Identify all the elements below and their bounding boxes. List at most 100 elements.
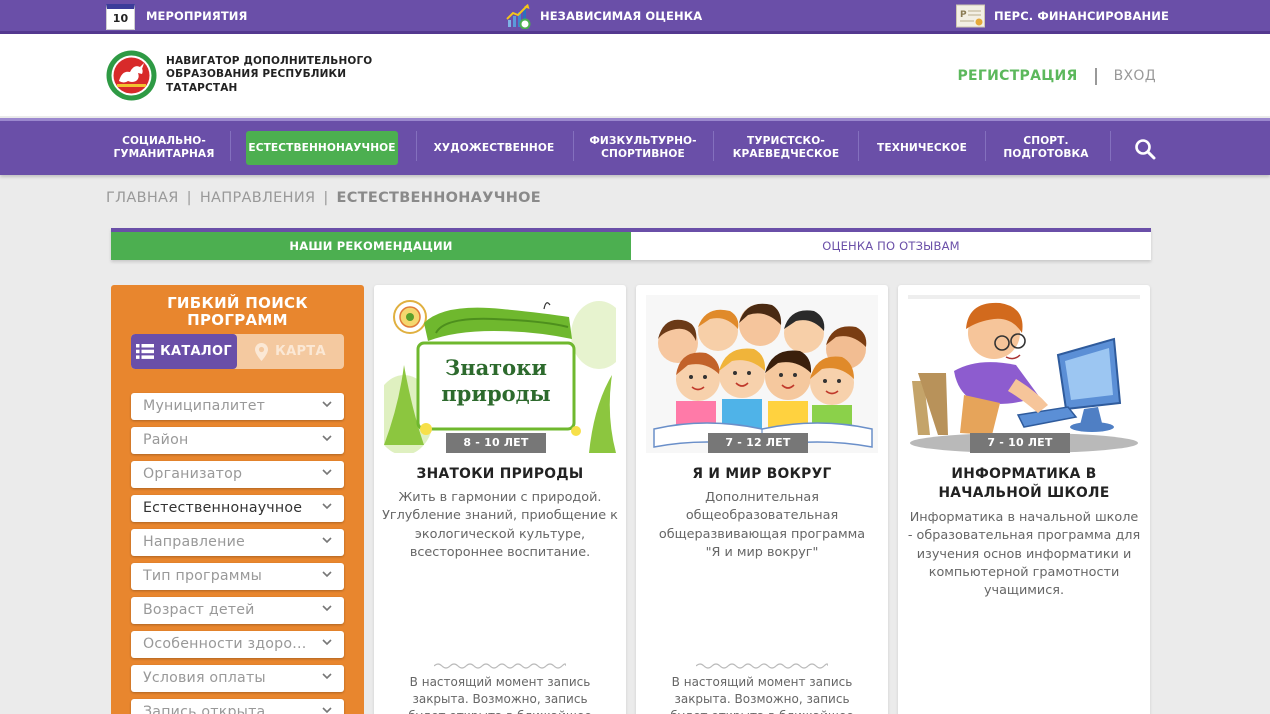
program-title[interactable]: ИНФОРМАТИКА В НАЧАЛЬНОЙ ШКОЛЕ (908, 465, 1140, 503)
program-image (646, 295, 878, 453)
age-badge: 7 - 12 ЛЕТ (708, 433, 808, 453)
program-description: Жить в гармонии с природой. Углубление з… (382, 490, 618, 560)
program-title-line: ИНФОРМАТИКА В (951, 466, 1097, 482)
select-value: Направление (143, 534, 245, 550)
breadcrumb-home[interactable]: ГЛАВНАЯ (106, 190, 179, 206)
chevron-down-icon (322, 537, 332, 544)
filter-title: ГИБКИЙ ПОИСК ПРОГРАММ (111, 295, 364, 328)
site-header: НАВИГАТОР ДОПОЛНИТЕЛЬНОГО ОБРАЗОВАНИЯ РЕ… (0, 34, 1270, 116)
nav-separator (858, 131, 859, 161)
breadcrumb-divider: | (186, 190, 192, 206)
nav-label: ФИЗКУЛЬТУРНО- (589, 135, 697, 147)
auth-divider (1094, 67, 1097, 85)
nav-separator (713, 131, 714, 161)
filter-title-line: ГИБКИЙ ПОИСК (167, 294, 308, 312)
program-card[interactable]: 7 - 12 ЛЕТ Я И МИР ВОКРУГ Дополнительная… (636, 285, 888, 714)
district-select[interactable]: Район (131, 427, 344, 454)
select-value: Возраст детей (143, 602, 255, 618)
select-value: Район (143, 432, 189, 448)
breadcrumb-directions[interactable]: НАПРАВЛЕНИЯ (200, 190, 316, 206)
top-bar: 10 МЕРОПРИЯТИЯ НЕЗАВИСИМАЯ ОЦЕНКА P ПЕРС… (0, 0, 1270, 34)
nav-label: СПОРТИВНОЕ (601, 148, 685, 160)
health-features-select[interactable]: Особенности здоро... (131, 631, 344, 658)
select-value: Организатор (143, 466, 243, 482)
program-description: Дополнительная общеобразовательная общер… (658, 490, 866, 560)
search-icon[interactable] (1134, 138, 1156, 160)
events-label: МЕРОПРИЯТИЯ (146, 8, 248, 23)
filter-title-line: ПРОГРАММ (187, 310, 288, 329)
brand-line-2: ОБРАЗОВАНИЯ РЕСПУБЛИКИ (166, 68, 347, 81)
chevron-down-icon (322, 503, 332, 510)
breadcrumb-current: ЕСТЕСТВЕННОНАУЧНОЕ (336, 190, 541, 206)
chevron-down-icon (322, 469, 332, 476)
funding-link[interactable]: P ПЕРС. ФИНАНСИРОВАНИЕ (956, 0, 1169, 31)
nav-item-social-humanitarian[interactable]: СОЦИАЛЬНО- ГУМАНИТАРНАЯ (106, 130, 222, 166)
tab-recommendations[interactable]: НАШИ РЕКОМЕНДАЦИИ (111, 232, 631, 260)
image-caption-line-1: Знатоки (445, 355, 547, 380)
catalog-view-button[interactable]: КАТАЛОГ (131, 334, 237, 369)
chart-icon (506, 3, 531, 29)
chevron-down-icon (322, 673, 332, 680)
view-toggle: КАТАЛОГ КАРТА (131, 334, 344, 369)
payment-terms-select[interactable]: Условия оплаты (131, 665, 344, 692)
nav-label: СПОРТ. (1023, 135, 1069, 147)
breadcrumb-divider: | (323, 190, 329, 206)
calendar-icon: 10 (106, 3, 135, 30)
enrollment-note: В настоящий момент запись закрыта. Возмо… (670, 675, 853, 714)
certificate-icon: P (956, 3, 985, 29)
program-title[interactable]: ЗНАТОКИ ПРИРОДЫ (384, 465, 616, 484)
nav-item-artistic[interactable]: ХУДОЖЕСТВЕННОЕ (426, 130, 562, 166)
events-link[interactable]: 10 МЕРОПРИЯТИЯ (106, 0, 247, 31)
category-nav: СОЦИАЛЬНО- ГУМАНИТАРНАЯ ЕСТЕСТВЕННОНАУЧНО… (0, 118, 1270, 175)
nav-item-tourism-local-history[interactable]: ТУРИСТСКО- КРАЕВЕДЧЕСКОЕ (726, 130, 846, 166)
chevron-down-icon (322, 639, 332, 646)
site-brand-title[interactable]: НАВИГАТОР ДОПОЛНИТЕЛЬНОГО ОБРАЗОВАНИЯ РЕ… (166, 55, 372, 95)
chevron-down-icon (322, 401, 332, 408)
map-view-button[interactable]: КАРТА (237, 334, 344, 369)
funding-label: ПЕРС. ФИНАНСИРОВАНИЕ (994, 8, 1169, 23)
nav-item-physical-sports[interactable]: ФИЗКУЛЬТУРНО- СПОРТИВНОЕ (583, 130, 703, 166)
program-title[interactable]: Я И МИР ВОКРУГ (646, 465, 878, 484)
select-value: Условия оплаты (143, 670, 266, 686)
tab-reviews-rating[interactable]: ОЦЕНКА ПО ОТЗЫВАМ (631, 232, 1151, 260)
wavy-divider (696, 663, 828, 669)
filter-panel: ГИБКИЙ ПОИСК ПРОГРАММ КАТАЛОГ КАРТА Муни… (111, 285, 364, 714)
brand-line-3: ТАТАРСТАН (166, 81, 238, 94)
program-card[interactable]: 7 - 10 ЛЕТ ИНФОРМАТИКА В НАЧАЛЬНОЙ ШКОЛЕ… (898, 285, 1150, 714)
nav-separator (230, 131, 231, 161)
republic-emblem-logo[interactable] (106, 50, 157, 101)
nav-label: ТЕХНИЧЕСКОЕ (877, 141, 967, 154)
program-image (908, 295, 1140, 453)
select-value: Запись открыта (143, 704, 266, 714)
focus-area-select[interactable]: Естественнонаучное (131, 495, 344, 522)
map-label: КАРТА (275, 344, 326, 359)
select-value: Особенности здоро... (143, 636, 307, 652)
nav-separator (985, 131, 986, 161)
list-icon (136, 344, 155, 359)
nav-item-technical[interactable]: ТЕХНИЧЕСКОЕ (868, 130, 976, 166)
child-age-select[interactable]: Возраст детей (131, 597, 344, 624)
direction-select[interactable]: Направление (131, 529, 344, 556)
select-value: Тип программы (143, 568, 262, 584)
program-card[interactable]: Знатоки природы 8 - 10 ЛЕТ ЗНАТОКИ ПРИРО… (374, 285, 626, 714)
program-type-select[interactable]: Тип программы (131, 563, 344, 590)
chevron-down-icon (322, 435, 332, 442)
enrollment-open-select[interactable]: Запись открыта (131, 699, 344, 714)
sort-tabs: НАШИ РЕКОМЕНДАЦИИ ОЦЕНКА ПО ОТЗЫВАМ (111, 228, 1151, 260)
nav-item-natural-science[interactable]: ЕСТЕСТВЕННОНАУЧНОЕ (246, 131, 398, 165)
program-title-line: НАЧАЛЬНОЙ ШКОЛЕ (938, 485, 1110, 501)
age-badge: 8 - 10 ЛЕТ (446, 433, 546, 453)
municipality-select[interactable]: Муниципалитет (131, 393, 344, 420)
chevron-down-icon (322, 707, 332, 714)
nav-item-sports-training[interactable]: СПОРТ. ПОДГОТОВКА (996, 130, 1096, 166)
register-link[interactable]: РЕГИСТРАЦИЯ (957, 68, 1077, 84)
nav-label: СОЦИАЛЬНО- (122, 135, 206, 147)
login-link[interactable]: ВХОД (1114, 68, 1156, 84)
independent-rating-link[interactable]: НЕЗАВИСИМАЯ ОЦЕНКА (506, 0, 702, 31)
select-value: Естественнонаучное (143, 500, 303, 516)
independent-rating-label: НЕЗАВИСИМАЯ ОЦЕНКА (540, 8, 703, 23)
age-badge: 7 - 10 ЛЕТ (970, 433, 1070, 453)
organizer-select[interactable]: Организатор (131, 461, 344, 488)
select-value: Муниципалитет (143, 398, 266, 414)
nav-separator (416, 131, 417, 161)
